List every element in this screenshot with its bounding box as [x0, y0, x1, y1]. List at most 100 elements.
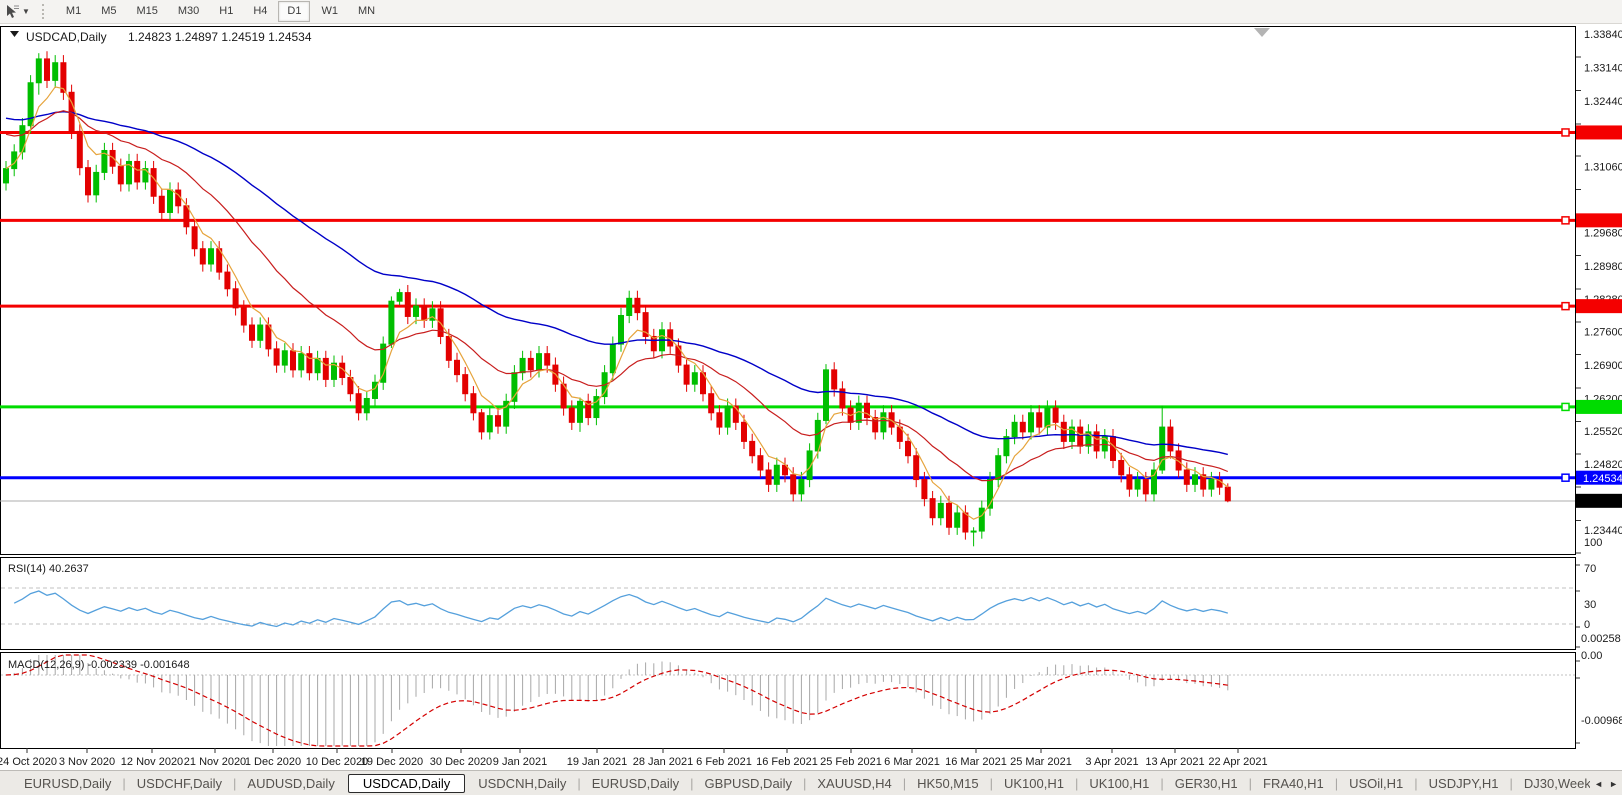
bear-candle	[1061, 422, 1066, 441]
timeframe-button-w1[interactable]: W1	[312, 1, 347, 22]
bull-candle	[1012, 422, 1017, 436]
date-tick-label: 1 Dec 2020	[245, 756, 301, 768]
price-tick-label: 1.23440	[1584, 525, 1622, 537]
bear-candle	[1053, 408, 1058, 422]
timeframe-toolbar: ▼ M1M5M15M30H1H4D1W1MN	[0, 0, 1622, 24]
bull-candle	[725, 406, 730, 427]
line-drag-handle[interactable]	[1562, 474, 1569, 481]
timeframe-button-m15[interactable]: M15	[127, 1, 166, 22]
chart-tab-eurusd-daily[interactable]: EURUSD,Daily	[14, 774, 121, 793]
timeframe-button-h4[interactable]: H4	[244, 1, 276, 22]
bear-candle	[463, 375, 468, 394]
chart-tab-ger30-h1[interactable]: GER30,H1	[1165, 774, 1248, 793]
date-tick-label: 6 Mar 2021	[884, 756, 940, 768]
bear-candle	[274, 349, 279, 365]
bull-candle	[168, 190, 173, 212]
chart-tab-uk100-h1[interactable]: UK100,H1	[1079, 774, 1159, 793]
bear-candle	[422, 306, 427, 320]
chart-tab-usdcnh-daily[interactable]: USDCNH,Daily	[468, 774, 576, 793]
chart-tab-usdcad-daily[interactable]: USDCAD,Daily	[348, 774, 465, 793]
chart-tab-usdchf-daily[interactable]: USDCHF,Daily	[127, 774, 232, 793]
macd-tick-label: -0.009687	[1581, 715, 1622, 727]
bear-candle	[192, 227, 197, 249]
bull-candle	[938, 503, 943, 517]
bear-candle	[1225, 487, 1230, 501]
bear-candle	[496, 416, 501, 426]
bull-candle	[520, 358, 525, 372]
bear-candle	[356, 394, 361, 413]
chart-tab-hk50-m15[interactable]: HK50,M15	[907, 774, 988, 793]
date-tick-label: 13 Apr 2021	[1145, 756, 1204, 768]
timeframe-button-m5[interactable]: M5	[92, 1, 125, 22]
line-drag-handle[interactable]	[1562, 403, 1569, 410]
bear-candle	[947, 503, 952, 527]
bear-candle	[1119, 460, 1124, 474]
chart-tab-gbpusd-daily[interactable]: GBPUSD,Daily	[695, 774, 802, 793]
bear-candle	[528, 358, 533, 369]
tab-scroll-right-icon[interactable]: ►	[1609, 779, 1618, 789]
chart-tab-usdjpy-h1[interactable]: USDJPY,H1	[1419, 774, 1509, 793]
date-tick-label: 22 Apr 2021	[1208, 756, 1267, 768]
bear-candle	[291, 351, 296, 370]
bear-candle	[455, 360, 460, 374]
bear-candle	[323, 358, 328, 379]
price-tick-label: 1.31060	[1584, 162, 1622, 174]
chart-tab-xauusd-h4[interactable]: XAUUSD,H4	[807, 774, 901, 793]
chart-tab-eurusd-daily[interactable]: EURUSD,Daily	[582, 774, 689, 793]
bear-candle	[1111, 437, 1116, 461]
date-tick-label: 19 Jan 2021	[567, 756, 628, 768]
bull-candle	[619, 315, 624, 344]
bear-candle	[151, 169, 156, 197]
rsi-tick-label: 100	[1584, 537, 1602, 549]
date-tick-label: 28 Jan 2021	[633, 756, 694, 768]
bear-candle	[635, 298, 640, 312]
price-line-badge-label: 1.25019	[1583, 450, 1622, 462]
bear-candle	[922, 480, 927, 499]
macd-tick-label: 0.00	[1581, 650, 1602, 662]
timeframe-button-mn[interactable]: MN	[349, 1, 384, 22]
bull-candle	[971, 531, 976, 532]
bear-candle	[742, 422, 747, 441]
line-drag-handle[interactable]	[1562, 217, 1569, 224]
price-line-badge-label: 1.26503	[1583, 379, 1622, 391]
line-drag-handle[interactable]	[1562, 303, 1569, 310]
date-tick-label: 9 Jan 2021	[493, 756, 547, 768]
bull-candle	[610, 344, 615, 373]
chart-tab-uk100-h1[interactable]: UK100,H1	[994, 774, 1074, 793]
bear-candle	[1184, 470, 1189, 484]
bull-candle	[578, 401, 583, 422]
timeframe-button-h1[interactable]: H1	[210, 1, 242, 22]
bull-candle	[627, 298, 632, 315]
bear-candle	[758, 456, 763, 470]
chart-tab-strip: EURUSD,Daily|USDCHF,Daily|AUDUSD,DailyUS…	[0, 774, 1590, 793]
macd-tick-label: 0.00258	[1581, 633, 1621, 645]
bear-candle	[266, 325, 271, 349]
chart-tab-audusd-daily[interactable]: AUDUSD,Daily	[237, 774, 344, 793]
bear-candle	[446, 336, 451, 360]
bear-candle	[717, 413, 722, 427]
bear-candle	[684, 365, 689, 384]
chart-title: USDCAD,Daily	[26, 30, 107, 44]
line-drag-handle[interactable]	[1562, 129, 1569, 136]
bull-candle	[979, 508, 984, 531]
toolbar-grip-handle[interactable]	[42, 4, 50, 19]
date-tick-label: 21 Nov 2020	[184, 756, 246, 768]
bull-candle	[299, 354, 304, 370]
bull-candle	[1209, 480, 1214, 490]
cursor-tool-button[interactable]: ▼	[0, 0, 34, 23]
chart-tab-usoil-h1[interactable]: USOil,H1	[1339, 774, 1413, 793]
timeframe-button-d1[interactable]: D1	[278, 1, 310, 22]
tab-scroll-left-icon[interactable]: ◄	[1594, 779, 1603, 789]
bear-candle	[159, 196, 164, 212]
timeframe-button-m1[interactable]: M1	[57, 1, 90, 22]
timeframe-button-m30[interactable]: M30	[169, 1, 208, 22]
mt4-window: ▼ M1M5M15M30H1H4D1W1MN USDCAD,Daily1.248…	[0, 0, 1622, 795]
chart-tab-fra40-h1[interactable]: FRA40,H1	[1253, 774, 1334, 793]
bear-candle	[471, 394, 476, 413]
chevron-down-icon: ▼	[22, 7, 30, 16]
chart-canvas: USDCAD,Daily1.24823 1.24897 1.24519 1.24…	[0, 23, 1622, 770]
bear-candle	[750, 441, 755, 455]
chart-tab-dj30-weekly[interactable]: DJ30,Weekly	[1514, 774, 1590, 793]
bear-candle	[1037, 413, 1042, 427]
bear-candle	[200, 249, 205, 264]
